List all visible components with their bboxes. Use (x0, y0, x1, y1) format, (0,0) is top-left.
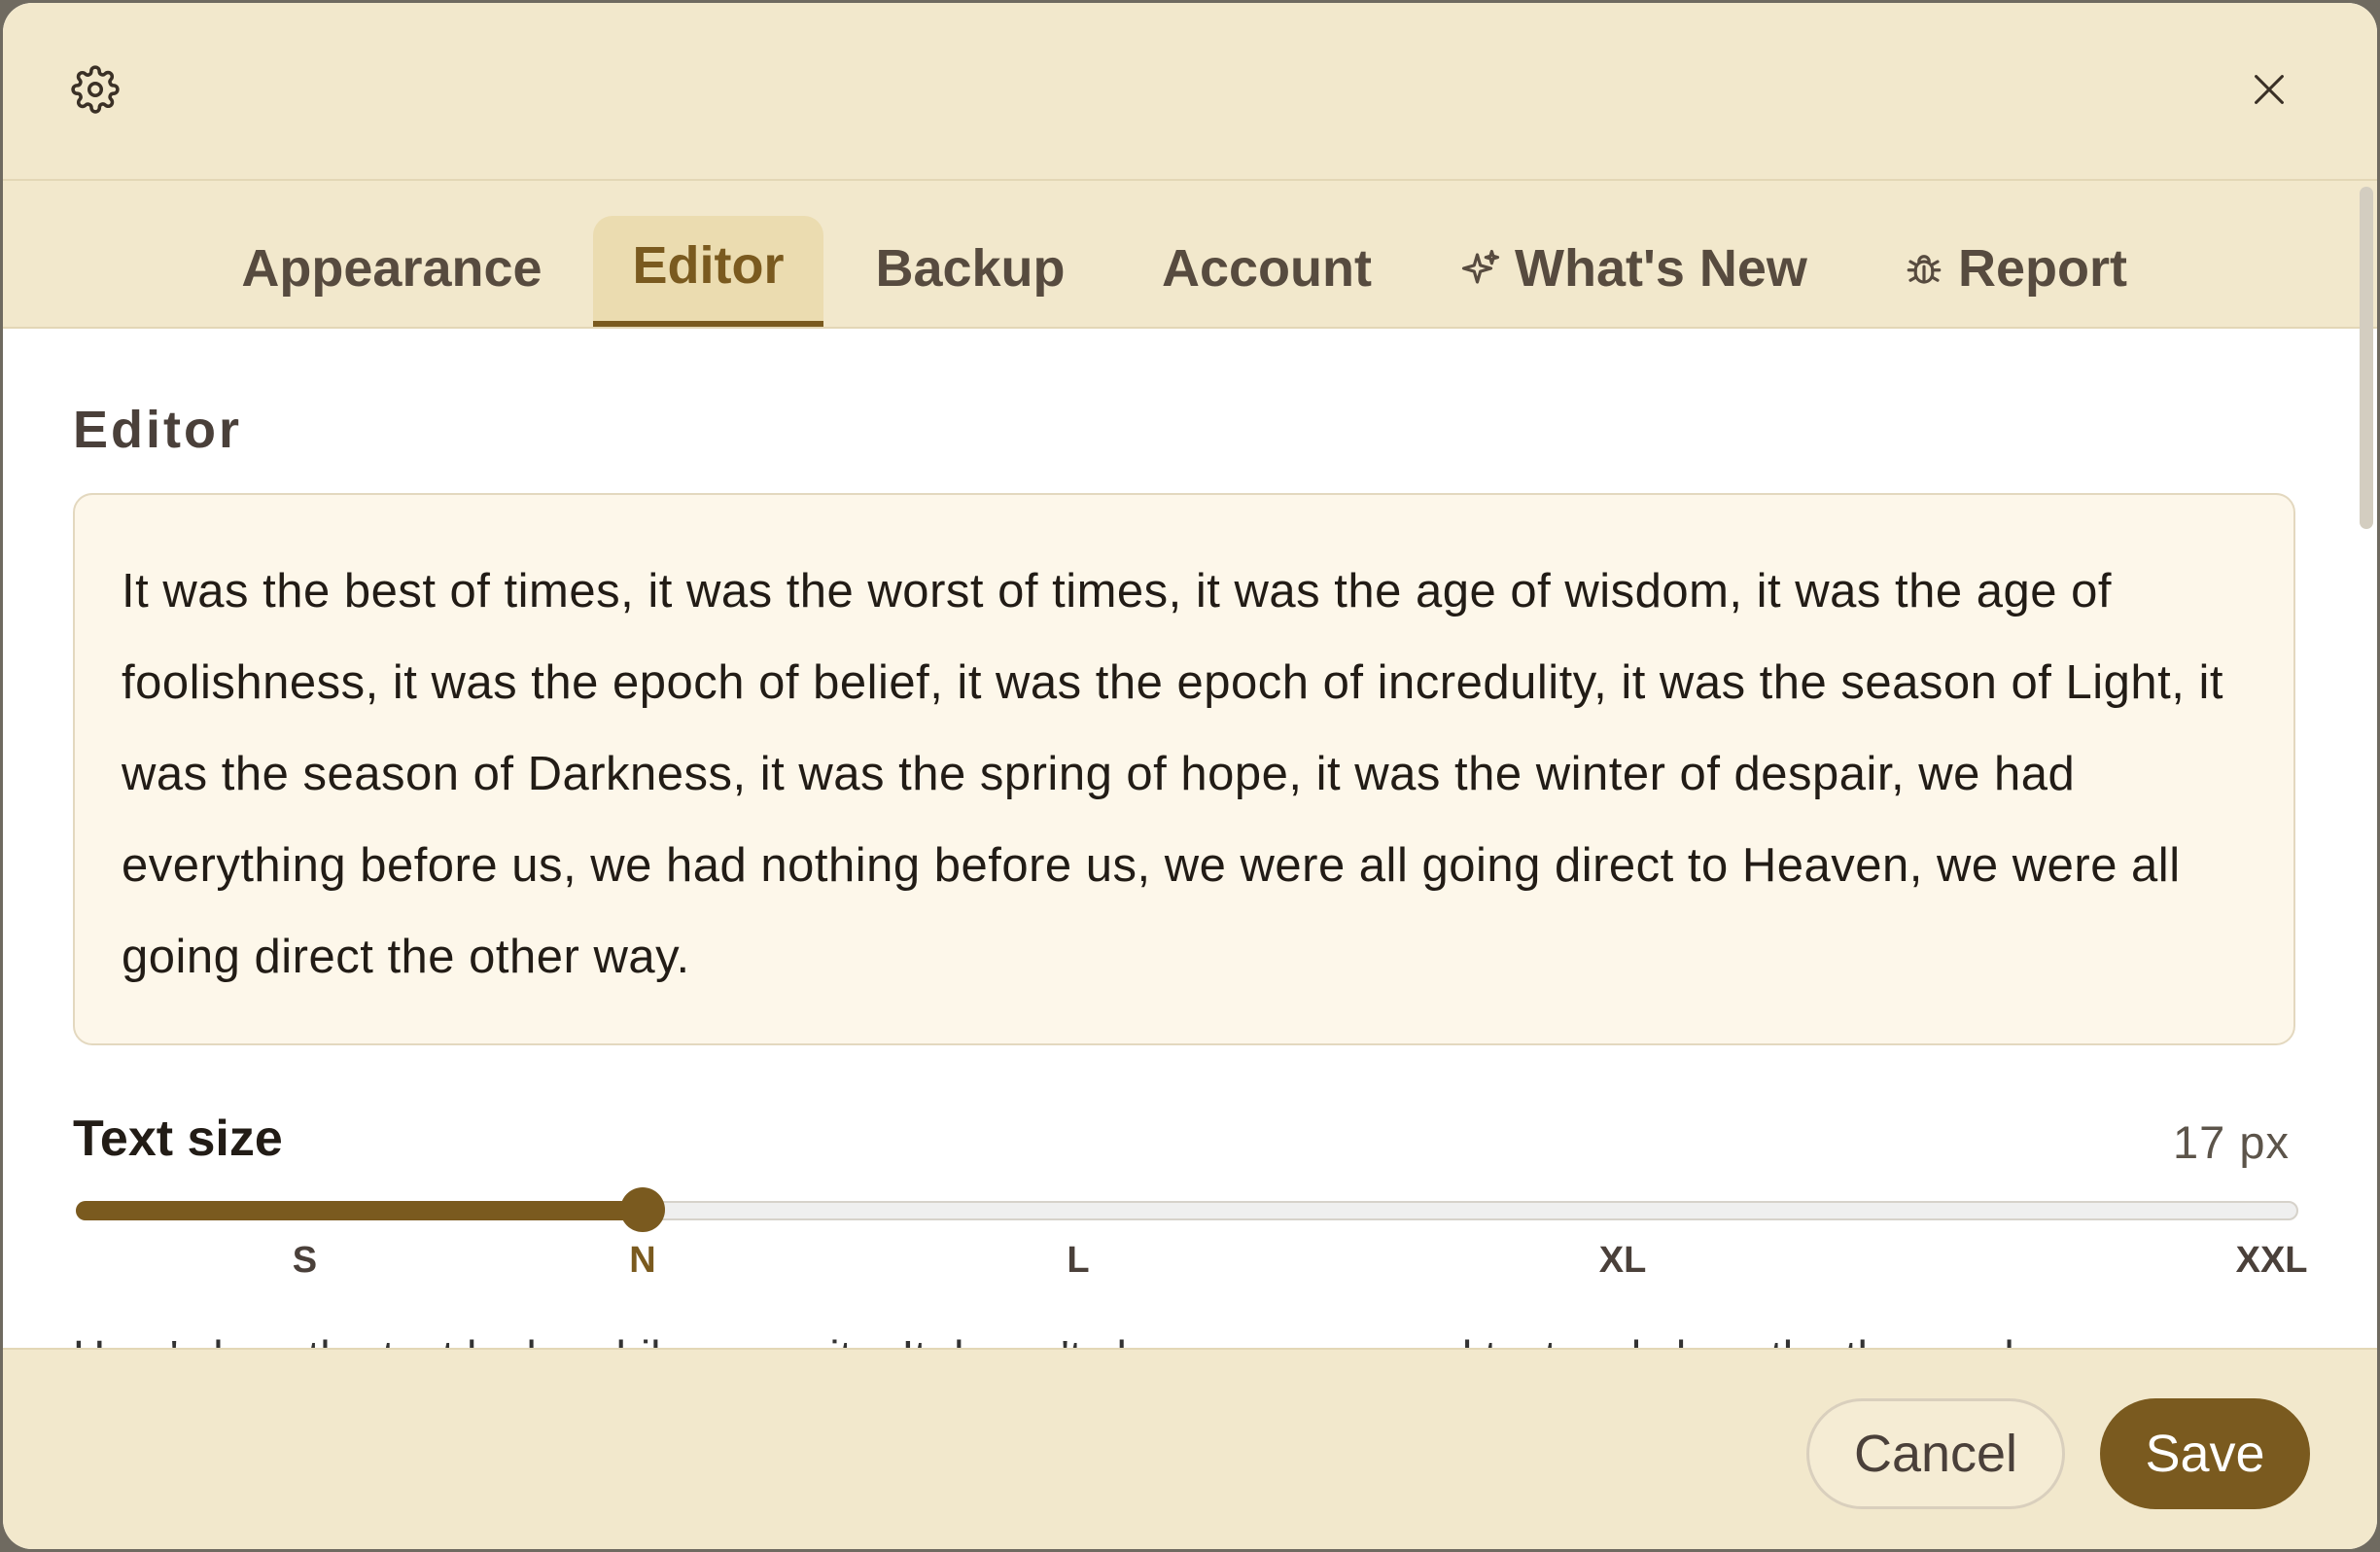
tab-label: Report (1958, 239, 2127, 298)
tick-l[interactable]: L (1067, 1240, 1089, 1282)
tab-report[interactable]: Report (1899, 216, 2132, 327)
section-title: Editor (73, 401, 242, 459)
tab-appearance[interactable]: Appearance (236, 216, 547, 327)
text-size-slider[interactable] (76, 1187, 2298, 1232)
tab-editor[interactable]: Editor (593, 216, 823, 327)
slider-thumb[interactable] (619, 1187, 665, 1232)
tab-label: Backup (875, 239, 1066, 298)
tab-backup[interactable]: Backup (868, 216, 1072, 327)
hint-text: Here's how the text looks while you writ… (73, 1325, 2295, 1348)
settings-dialog: Appearance Editor Backup Account What's … (3, 3, 2377, 1549)
text-size-ticks: S N L XL XXL (76, 1240, 2308, 1288)
tab-bar: Appearance Editor Backup Account What's … (3, 181, 2377, 329)
tab-whats-new[interactable]: What's New (1456, 216, 1811, 327)
tick-n[interactable]: N (629, 1240, 655, 1282)
save-button[interactable]: Save (2100, 1398, 2310, 1509)
cancel-button[interactable]: Cancel (1806, 1398, 2065, 1509)
tick-xl[interactable]: XL (1599, 1240, 1647, 1282)
tab-label: What's New (1515, 239, 1807, 298)
dialog-header (3, 3, 2377, 181)
scrollbar-thumb[interactable] (2360, 187, 2373, 529)
dialog-footer: Cancel Save (3, 1348, 2377, 1549)
sparkle-icon (1461, 249, 1500, 284)
slider-fill (76, 1201, 643, 1220)
gear-icon (71, 65, 120, 114)
close-icon[interactable] (2247, 67, 2292, 112)
text-size-label: Text size (73, 1111, 283, 1167)
tab-label: Account (1162, 239, 1372, 298)
content-scrollbar[interactable] (2356, 181, 2377, 1348)
text-preview: It was the best of times, it was the wor… (73, 493, 2295, 1045)
text-size-value: 17 px (2173, 1116, 2290, 1168)
tick-xxl[interactable]: XXL (2236, 1240, 2308, 1282)
bug-icon (1907, 255, 1942, 284)
tab-account[interactable]: Account (1150, 216, 1383, 327)
tick-s[interactable]: S (293, 1240, 317, 1282)
tab-label: Editor (632, 236, 785, 295)
tab-label: Appearance (241, 239, 542, 298)
